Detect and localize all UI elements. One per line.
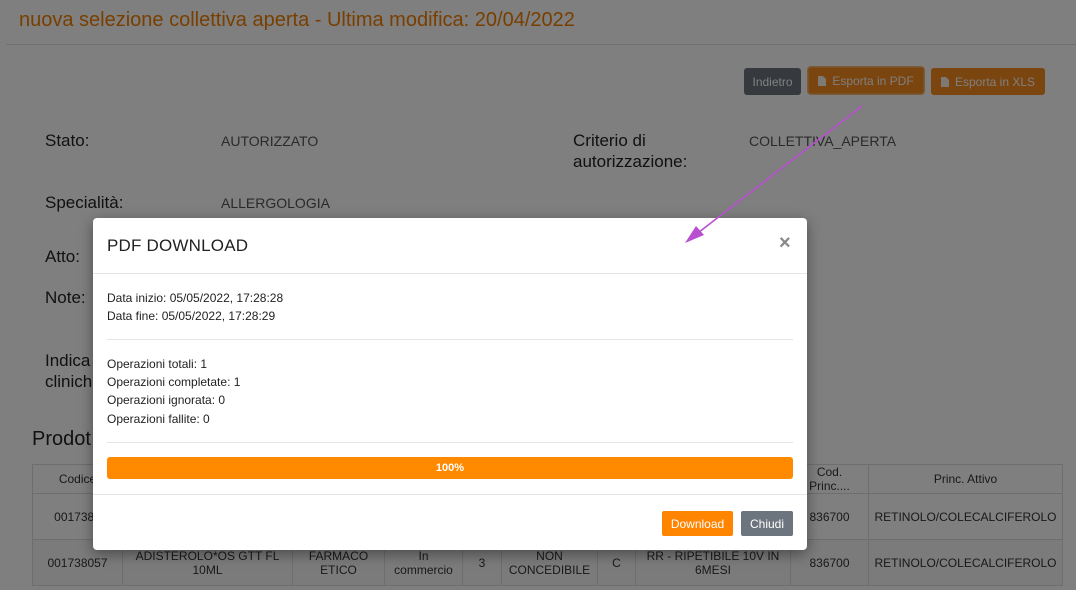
annotation-arrow [685,105,863,243]
annotation-arrow-head [685,226,704,243]
annotation-arrow-line [693,105,863,237]
